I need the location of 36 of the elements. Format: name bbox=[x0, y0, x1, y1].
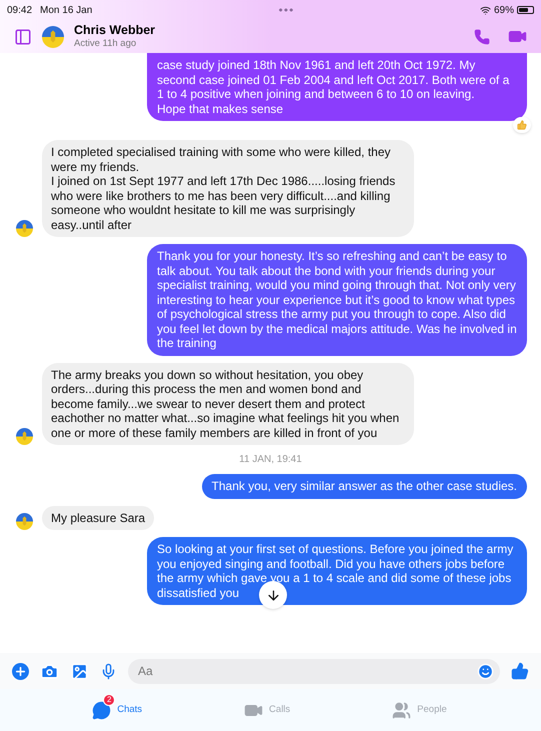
flag-avatar-icon bbox=[16, 220, 33, 237]
chat-bubble-icon bbox=[92, 701, 112, 720]
unread-badge: 2 bbox=[103, 694, 116, 706]
tab[interactable]: People bbox=[392, 694, 449, 722]
microphone-icon[interactable] bbox=[100, 662, 117, 680]
thumbs-up-icon[interactable] bbox=[511, 662, 529, 680]
phone-call-icon[interactable] bbox=[474, 28, 490, 44]
contact-name: Chris Webber bbox=[74, 22, 156, 38]
status-time: 09:42 bbox=[7, 4, 32, 18]
tab[interactable]: Calls bbox=[244, 694, 292, 722]
timestamp: 11 JAN, 19:41 bbox=[239, 453, 302, 467]
sent-message: case study joined 18th Nov 1961 and left 20th Oct 1972. My second case joined 01 Feb 2004 and left Oct 2017. Both were of a 1 to 4 positive when joining and between 6 to 10 on leaving. Hope that makes sense bbox=[147, 53, 527, 121]
wifi-icon bbox=[480, 4, 491, 16]
tab[interactable]: 2 Chats bbox=[92, 694, 144, 722]
sent-message: Thank you, very similar answer as the other case studies. bbox=[202, 474, 527, 498]
more-dots-icon bbox=[278, 8, 294, 12]
add-icon[interactable] bbox=[12, 662, 29, 680]
received-message: The army breaks you down so without hesitation, you obey orders...during this process the men and women bond and become family...we swear to never desert them and protect eachother no matter what...so imagine what feelings hit you when one or more of these family members are killed in front of you bbox=[42, 362, 414, 445]
thumbs-up-reaction-icon bbox=[513, 117, 531, 133]
emoji-icon[interactable] bbox=[477, 662, 494, 680]
flag-avatar-icon bbox=[16, 428, 33, 445]
battery-percent: 69% bbox=[494, 4, 514, 18]
people-icon bbox=[392, 701, 412, 720]
received-message: My pleasure Sara bbox=[42, 506, 154, 530]
down-arrow-icon bbox=[266, 588, 280, 602]
photo-icon[interactable] bbox=[70, 662, 89, 680]
battery-icon bbox=[517, 6, 534, 14]
camera-icon[interactable] bbox=[40, 662, 59, 680]
active-status: Active 11h ago bbox=[74, 38, 138, 50]
sent-message: Thank you for your honesty. It’s so refreshing and can’t be easy to talk about. You talk about the bond with your friends during your specialist training, would you mind going through that. Not only very interesting to hear your experience but it’s good to know what types of psychological stress the army put you through to cope. Also did you feel let down by the medical majors attitude. Was he involved in the training bbox=[147, 244, 527, 356]
flag-avatar-icon bbox=[42, 26, 64, 48]
message-input-field[interactable]: Aa bbox=[128, 658, 500, 684]
status-date: Mon 16 Jan bbox=[40, 4, 92, 18]
sidebar-toggle-icon[interactable] bbox=[14, 28, 32, 46]
received-message: I completed specialised training with some who were killed, they were my friends. I joined on 1st Sept 1977 and left 17th Dec 1986.....losing friends who were like brothers to me has been very difficult....and killing someone who wouldnt hesitate to kill me was surprisingly easy..until after bbox=[42, 140, 414, 237]
flag-avatar-icon bbox=[16, 513, 33, 530]
